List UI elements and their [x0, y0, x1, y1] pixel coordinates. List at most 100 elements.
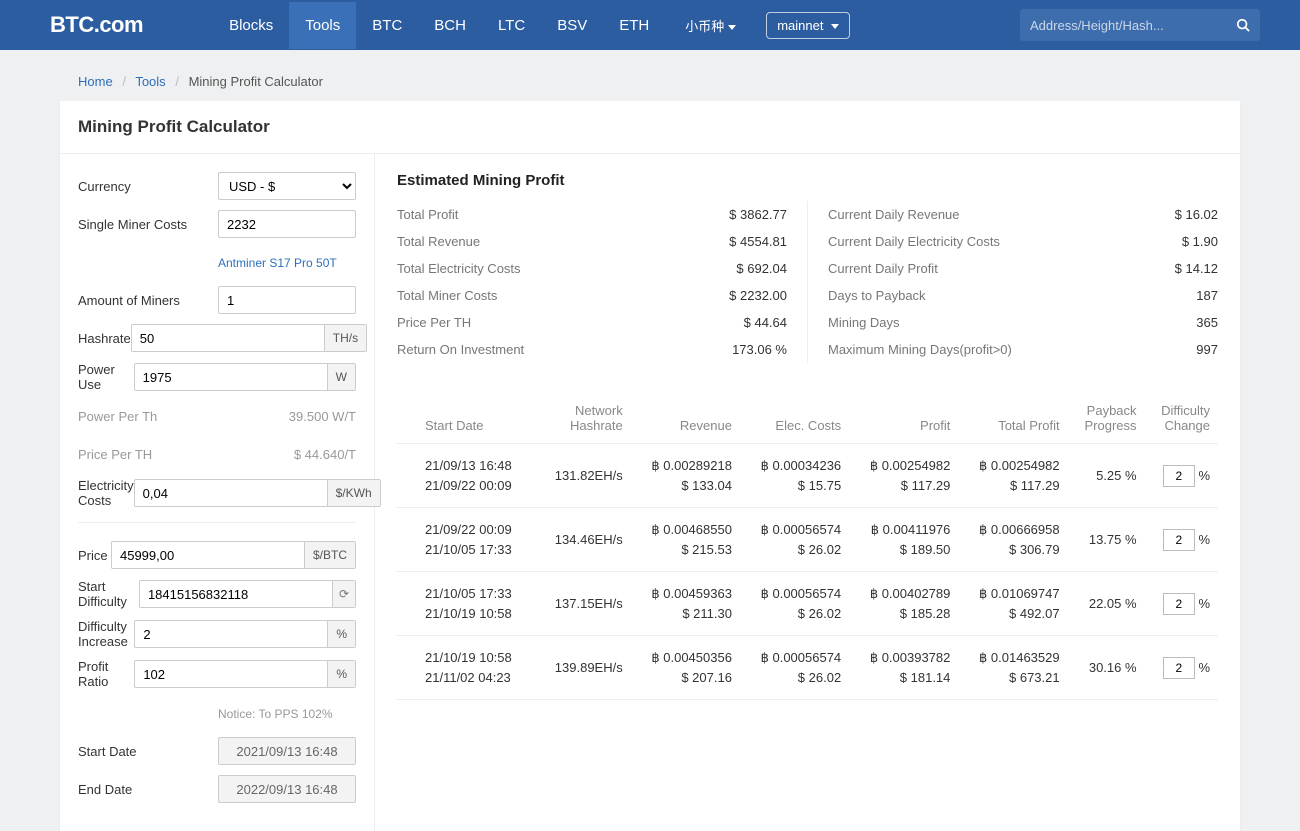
cell-elec: ฿ 0.00056574$ 26.02: [740, 636, 849, 700]
estimated-row: Total Revenue$ 4554.81: [397, 228, 787, 255]
label-currency: Currency: [78, 179, 218, 194]
estimated-row: Total Electricity Costs $ 692.04: [397, 255, 787, 282]
unit-kwh: $/KWh: [327, 480, 380, 506]
cell-revenue: ฿ 0.00450356$ 207.16: [631, 636, 740, 700]
cell-payback: 13.75 %: [1068, 508, 1145, 572]
value-power-per-th: 39.500 W/T: [218, 409, 356, 424]
miner-model-link[interactable]: Antminer S17 Pro 50T: [218, 256, 337, 270]
cell-diff-change: %: [1145, 444, 1218, 508]
cell-revenue: ฿ 0.00459363$ 211.30: [631, 572, 740, 636]
estimated-label: Total Miner Costs: [397, 288, 497, 303]
caret-down-icon: [831, 24, 839, 29]
amount-miners-input[interactable]: [218, 286, 356, 314]
crumb-current: Mining Profit Calculator: [189, 74, 323, 89]
difficulty-change-input[interactable]: [1163, 465, 1195, 487]
nav-small-coins[interactable]: 小币种: [675, 1, 746, 50]
unit-pct: %: [327, 621, 355, 647]
nav-item-bsv[interactable]: BSV: [541, 2, 603, 49]
cell-hashrate: 134.46EH/s: [536, 508, 631, 572]
estimated-row: Total Profit$ 3862.77: [397, 201, 787, 228]
cell-total-profit: ฿ 0.00666958$ 306.79: [958, 508, 1067, 572]
difficulty-change-input[interactable]: [1163, 657, 1195, 679]
crumb-tools[interactable]: Tools: [135, 74, 165, 89]
cell-profit: ฿ 0.00402789$ 185.28: [849, 572, 958, 636]
nav-items: BlocksToolsBTCBCHLTCBSVETH: [213, 2, 665, 49]
col-header: Elec. Costs: [740, 393, 849, 444]
difficulty-increase-input[interactable]: [135, 621, 327, 647]
page-title: Mining Profit Calculator: [60, 101, 1240, 154]
currency-select[interactable]: USD - $: [218, 172, 356, 200]
nav-item-ltc[interactable]: LTC: [482, 2, 541, 49]
estimated-label: Mining Days: [828, 315, 900, 330]
cell-diff-change: %: [1145, 572, 1218, 636]
crumb-home[interactable]: Home: [78, 74, 113, 89]
logo[interactable]: BTC.com: [50, 12, 143, 38]
estimated-value: $ 44.64: [744, 315, 787, 330]
end-date-input[interactable]: [218, 775, 356, 803]
estimated-label: Return On Investment: [397, 342, 524, 357]
nav-small-coins-label: 小币种: [685, 19, 724, 34]
nav-item-btc[interactable]: BTC: [356, 2, 418, 49]
estimated-value: 173.06 %: [732, 342, 787, 357]
nav-item-eth[interactable]: ETH: [603, 2, 665, 49]
main-card: Mining Profit Calculator Currency USD - …: [60, 101, 1240, 831]
cell-diff-change: %: [1145, 508, 1218, 572]
price-input[interactable]: [112, 542, 304, 568]
cell-total-profit: ฿ 0.01463529$ 673.21: [958, 636, 1067, 700]
cell-hashrate: 137.15EH/s: [536, 572, 631, 636]
estimated-value: 187: [1196, 288, 1218, 303]
refresh-icon[interactable]: ⟳: [332, 581, 355, 607]
cell-payback: 22.05 %: [1068, 572, 1145, 636]
estimated-value: $ 16.02: [1175, 207, 1218, 222]
table-row: 21/10/19 10:5821/11/02 04:23139.89EH/s฿ …: [397, 636, 1218, 700]
difficulty-change-input[interactable]: [1163, 529, 1195, 551]
start-difficulty-input[interactable]: [140, 581, 332, 607]
start-date-input[interactable]: [218, 737, 356, 765]
value-price-per-th: $ 44.640/T: [218, 447, 356, 462]
breadcrumb: Home / Tools / Mining Profit Calculator: [60, 50, 1240, 101]
col-header: PaybackProgress: [1068, 393, 1145, 444]
network-select[interactable]: mainnet: [766, 12, 850, 39]
estimated-value: $ 692.04: [736, 261, 787, 276]
power-use-input[interactable]: [135, 364, 327, 390]
unit-btc: $/BTC: [304, 542, 355, 568]
cell-hashrate: 131.82EH/s: [536, 444, 631, 508]
table-row: 21/09/22 00:0921/10/05 17:33134.46EH/s฿ …: [397, 508, 1218, 572]
label-price: Price: [78, 548, 111, 563]
label-price-per-th: Price Per TH: [78, 447, 218, 462]
cell-total-profit: ฿ 0.01069747$ 492.07: [958, 572, 1067, 636]
estimated-label: Current Daily Revenue: [828, 207, 960, 222]
cell-elec: ฿ 0.00056574$ 26.02: [740, 508, 849, 572]
form-panel: Currency USD - $ Single Miner Costs Antm…: [60, 154, 375, 831]
nav-item-blocks[interactable]: Blocks: [213, 2, 289, 49]
cell-elec: ฿ 0.00034236$ 15.75: [740, 444, 849, 508]
estimated-value: 365: [1196, 315, 1218, 330]
col-header: Profit: [849, 393, 958, 444]
search-input[interactable]: [1030, 18, 1236, 33]
cell-profit: ฿ 0.00254982$ 117.29: [849, 444, 958, 508]
profit-ratio-input[interactable]: [135, 661, 327, 687]
navbar: BTC.com BlocksToolsBTCBCHLTCBSVETH 小币种 m…: [0, 0, 1300, 50]
estimated-label: Maximum Mining Days(profit>0): [828, 342, 1012, 357]
nav-item-tools[interactable]: Tools: [289, 2, 356, 49]
single-miner-costs-input[interactable]: [218, 210, 356, 238]
cell-profit: ฿ 0.00393782$ 181.14: [849, 636, 958, 700]
estimated-row: Mining Days 365: [828, 309, 1218, 336]
nav-item-bch[interactable]: BCH: [418, 2, 482, 49]
label-amount-miners: Amount of Miners: [78, 293, 218, 308]
cell-diff-change: %: [1145, 636, 1218, 700]
estimated-value: $ 14.12: [1175, 261, 1218, 276]
caret-down-icon: [728, 25, 736, 30]
search-icon[interactable]: [1236, 18, 1250, 32]
cell-date: 21/10/05 17:3321/10/19 10:58: [397, 572, 536, 636]
hashrate-input[interactable]: [132, 325, 324, 351]
unit-pct: %: [327, 661, 355, 687]
estimated-value: $ 3862.77: [729, 207, 787, 222]
difficulty-change-input[interactable]: [1163, 593, 1195, 615]
cell-revenue: ฿ 0.00468550$ 215.53: [631, 508, 740, 572]
cell-date: 21/10/19 10:5821/11/02 04:23: [397, 636, 536, 700]
electricity-costs-input[interactable]: [135, 480, 327, 506]
estimated-title: Estimated Mining Profit: [397, 172, 1218, 189]
estimated-label: Total Electricity Costs: [397, 261, 521, 276]
estimated-value: $ 1.90: [1182, 234, 1218, 249]
